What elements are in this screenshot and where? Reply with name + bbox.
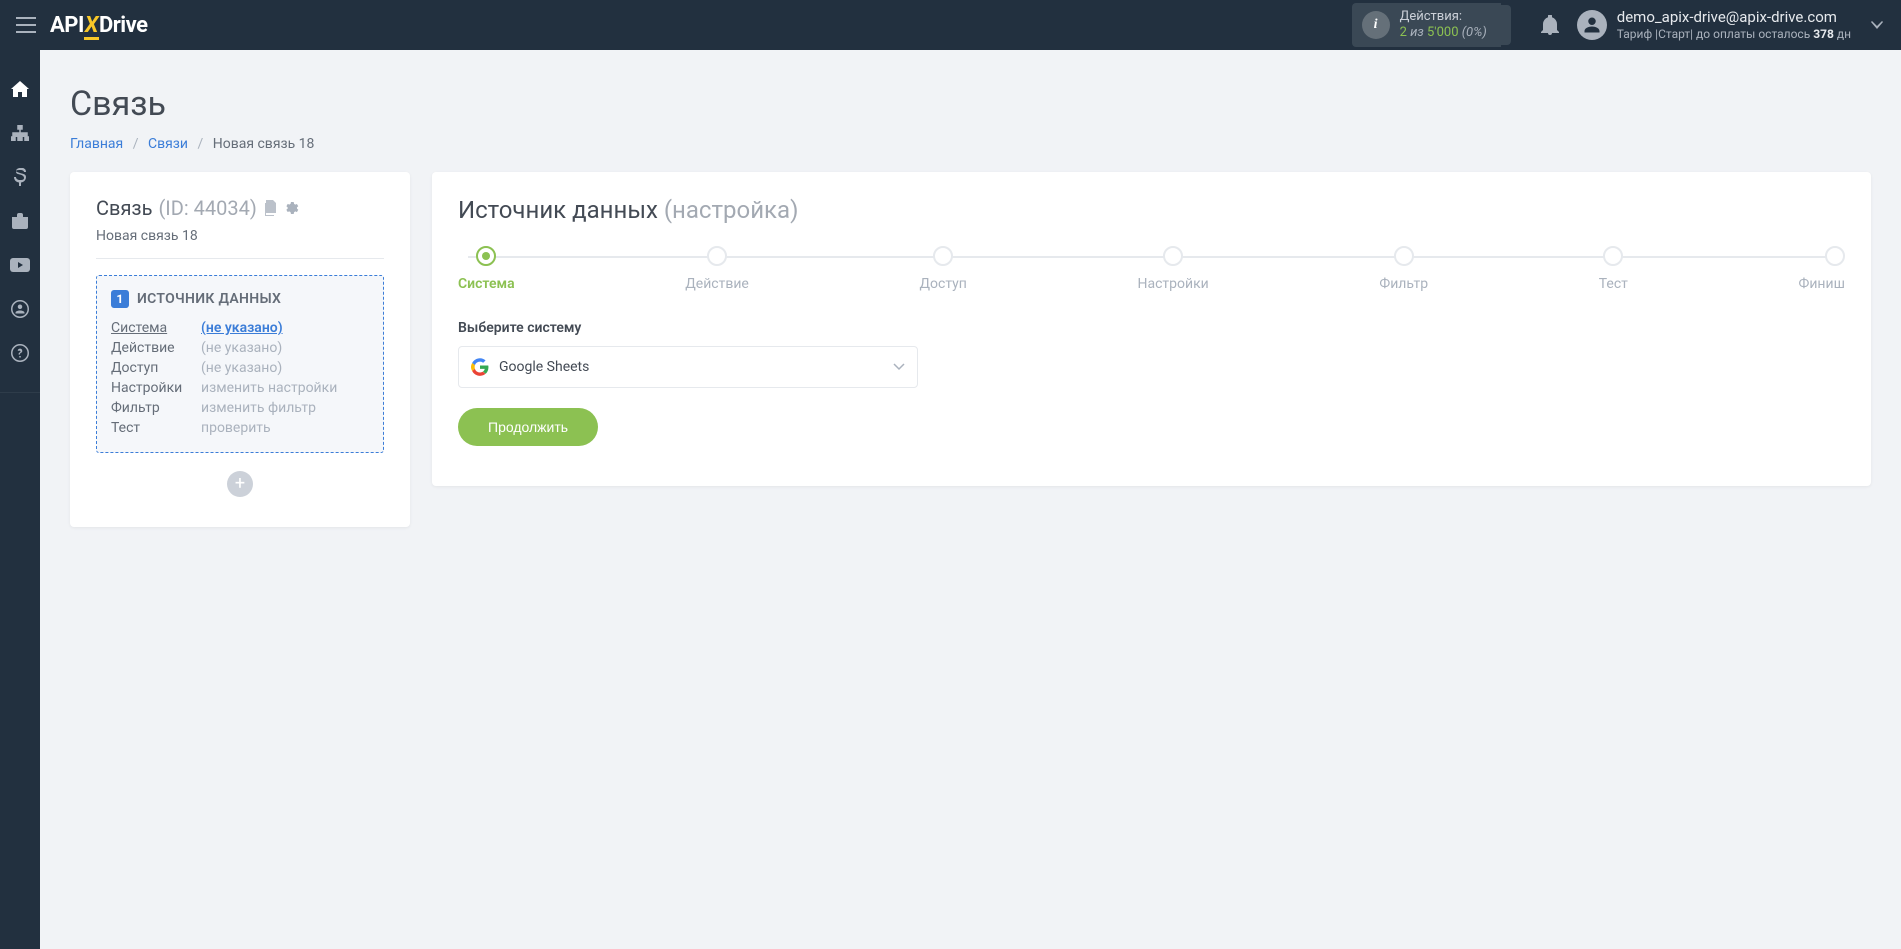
system-field-label: Выберите систему	[458, 320, 1845, 336]
connection-label: Связь	[96, 196, 152, 220]
source-row-action[interactable]: Действие (не указано)	[111, 338, 369, 358]
google-sheets-icon	[471, 358, 489, 376]
connection-card: Связь (ID: 44034) Новая связь 18	[70, 172, 410, 527]
step-action[interactable]: Действие	[685, 246, 749, 292]
step-access[interactable]: Доступ	[920, 246, 967, 292]
chevron-down-icon	[893, 363, 905, 371]
menu-toggle-icon[interactable]	[10, 11, 42, 39]
breadcrumb-current: Новая связь 18	[213, 136, 315, 152]
source-title: ИСТОЧНИК ДАННЫХ	[137, 291, 281, 307]
copy-icon[interactable]	[263, 200, 277, 216]
sidebar-video[interactable]	[0, 252, 40, 278]
sidebar-profile[interactable]	[0, 296, 40, 322]
user-text: demo_apix-drive@apix-drive.com Тариф |Ст…	[1617, 8, 1851, 42]
user-tariff: Тариф |Старт| до оплаты осталось 378 дн	[1617, 27, 1851, 42]
step-settings[interactable]: Настройки	[1138, 246, 1209, 292]
gear-icon[interactable]	[283, 200, 299, 216]
page-title: Связь	[70, 84, 1871, 124]
stepper: Система Действие Доступ Настройки	[458, 246, 1845, 292]
actions-numbers: 2 из 5'000 (0%)	[1400, 25, 1487, 41]
step-dot	[1825, 246, 1845, 266]
source-setup-title: Источник данных (настройка)	[458, 196, 1845, 224]
step-system[interactable]: Система	[458, 246, 515, 292]
system-select[interactable]: Google Sheets	[458, 346, 918, 388]
chevron-down-icon[interactable]	[1863, 21, 1891, 29]
user-email: demo_apix-drive@apix-drive.com	[1617, 8, 1851, 27]
step-filter[interactable]: Фильтр	[1379, 246, 1428, 292]
source-row-access[interactable]: Доступ (не указано)	[111, 358, 369, 378]
content: Связь Главная / Связи / Новая связь 18 С…	[40, 50, 1901, 949]
source-badge: 1	[111, 290, 129, 308]
sidebar-connections[interactable]	[0, 120, 40, 146]
breadcrumb-sep: /	[127, 136, 145, 152]
topbar: APIXDrive i Действия: 2 из 5'000 (0%) de…	[0, 0, 1901, 50]
add-destination-button[interactable]: +	[227, 471, 253, 497]
breadcrumb-links[interactable]: Связи	[148, 136, 188, 152]
sidebar-services[interactable]	[0, 208, 40, 234]
source-row-filter[interactable]: Фильтр изменить фильтр	[111, 398, 369, 418]
source-row-system[interactable]: Система (не указано)	[111, 318, 369, 338]
step-dot	[707, 246, 727, 266]
source-setup-card: Источник данных (настройка) Система Дейс…	[432, 172, 1871, 486]
bell-icon[interactable]	[1523, 15, 1577, 35]
actions-bar-filler	[1501, 5, 1511, 45]
connection-id: (ID: 44034)	[158, 196, 256, 220]
breadcrumb-home[interactable]: Главная	[70, 136, 123, 152]
user-menu[interactable]: demo_apix-drive@apix-drive.com Тариф |Ст…	[1577, 8, 1863, 42]
avatar-icon	[1577, 10, 1607, 40]
sidebar-home[interactable]	[0, 76, 40, 102]
sidebar-help[interactable]	[0, 340, 40, 366]
step-dot	[1394, 246, 1414, 266]
source-row-settings[interactable]: Настройки изменить настройки	[111, 378, 369, 398]
sidebar	[0, 50, 40, 949]
system-select-value: Google Sheets	[499, 359, 883, 375]
step-dot	[1603, 246, 1623, 266]
logo[interactable]: APIXDrive	[50, 13, 148, 38]
breadcrumb-sep: /	[191, 136, 209, 152]
step-dot	[933, 246, 953, 266]
data-source-box: 1 ИСТОЧНИК ДАННЫХ Система (не указано) Д…	[96, 275, 384, 453]
step-dot	[1163, 246, 1183, 266]
actions-label: Действия:	[1400, 9, 1487, 25]
step-dot	[476, 246, 496, 266]
continue-button[interactable]: Продолжить	[458, 408, 598, 446]
info-icon: i	[1362, 11, 1390, 39]
sidebar-billing[interactable]	[0, 164, 40, 190]
breadcrumb: Главная / Связи / Новая связь 18	[70, 136, 1871, 152]
sidebar-divider	[0, 392, 40, 393]
actions-counter[interactable]: i Действия: 2 из 5'000 (0%)	[1352, 3, 1501, 46]
connection-name: Новая связь 18	[96, 228, 384, 259]
source-row-test[interactable]: Тест проверить	[111, 418, 369, 438]
step-finish[interactable]: Финиш	[1799, 246, 1845, 292]
step-test[interactable]: Тест	[1599, 246, 1628, 292]
